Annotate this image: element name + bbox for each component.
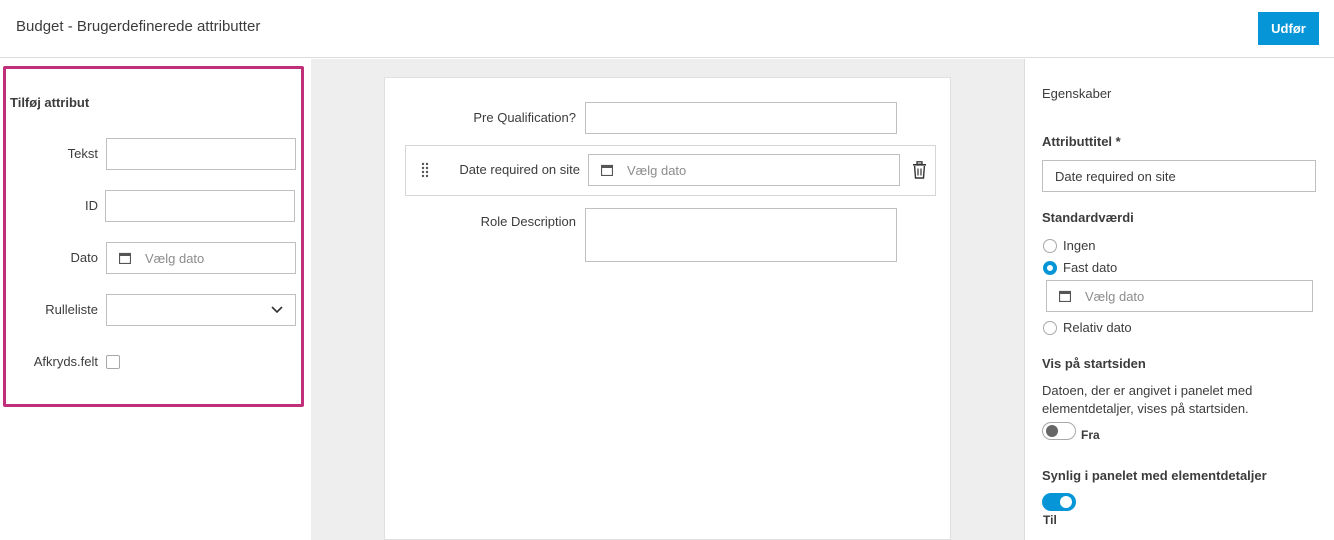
default-value-label: Standardværdi xyxy=(1042,210,1134,225)
add-attribute-title: Tilføj attribut xyxy=(10,95,90,110)
radio-none-label: Ingen xyxy=(1063,238,1096,253)
show-on-start-desc-2: elementdetaljer, vises på startsiden. xyxy=(1042,401,1249,416)
show-on-start-label: Vis på startsiden xyxy=(1042,356,1146,371)
visible-in-details-label: Synlig i panelet med elementdetaljer xyxy=(1042,468,1267,483)
calendar-icon xyxy=(601,164,613,176)
calendar-icon xyxy=(1059,290,1071,302)
radio-relative-date[interactable] xyxy=(1043,321,1057,335)
properties-title: Egenskaber xyxy=(1042,86,1112,101)
dropdown-field-label: Rulleliste xyxy=(45,302,98,317)
checkbox-attribute[interactable] xyxy=(106,355,120,369)
date-required-input[interactable]: Vælg dato xyxy=(588,154,900,186)
radio-fixed-date-label: Fast dato xyxy=(1063,260,1118,275)
attribute-title-input[interactable]: Date required on site xyxy=(1042,160,1316,192)
date-field-label: Dato xyxy=(70,250,98,265)
calendar-icon xyxy=(119,252,131,264)
radio-none[interactable] xyxy=(1043,239,1057,253)
text-attribute-input[interactable] xyxy=(106,138,296,170)
app-header: Budget - Brugerdefinerede attributter Ud… xyxy=(0,0,1334,58)
dropdown-attribute-select[interactable] xyxy=(106,294,296,326)
role-description-label: Role Description xyxy=(480,214,576,229)
submit-button[interactable]: Udfør xyxy=(1258,12,1319,45)
role-description-textarea[interactable] xyxy=(585,208,897,262)
date-placeholder: Vælg dato xyxy=(145,250,205,266)
radio-relative-date-label: Relativ dato xyxy=(1063,320,1132,335)
date-placeholder: Vælg dato xyxy=(1085,288,1145,304)
fixed-date-input[interactable]: Vælg dato xyxy=(1046,280,1313,312)
date-placeholder: Vælg dato xyxy=(627,162,687,178)
date-attribute-input[interactable]: Vælg dato xyxy=(106,242,296,274)
visible-in-details-state: Til xyxy=(1043,513,1057,527)
pre-qualification-label: Pre Qualification? xyxy=(473,110,576,125)
date-required-label: Date required on site xyxy=(459,162,580,177)
show-on-start-state: Fra xyxy=(1081,428,1100,442)
page-title: Budget - Brugerdefinerede attributter xyxy=(16,18,261,35)
attribute-title-label: Attributtitel * xyxy=(1042,134,1121,149)
attribute-title-value: Date required on site xyxy=(1055,168,1176,184)
trash-icon[interactable] xyxy=(912,161,927,179)
id-field-label: ID xyxy=(85,198,98,213)
id-attribute-input[interactable] xyxy=(105,190,295,222)
show-on-start-toggle[interactable] xyxy=(1042,422,1076,440)
text-field-label: Tekst xyxy=(67,146,98,161)
checkbox-field-label: Afkryds.felt xyxy=(33,354,98,369)
visible-in-details-toggle[interactable] xyxy=(1042,493,1076,511)
drag-handle-icon[interactable] xyxy=(421,162,429,178)
pre-qualification-input[interactable] xyxy=(585,102,897,134)
show-on-start-desc-1: Datoen, der er angivet i panelet med xyxy=(1042,383,1253,398)
radio-fixed-date[interactable] xyxy=(1043,261,1057,275)
chevron-down-icon xyxy=(271,306,283,314)
